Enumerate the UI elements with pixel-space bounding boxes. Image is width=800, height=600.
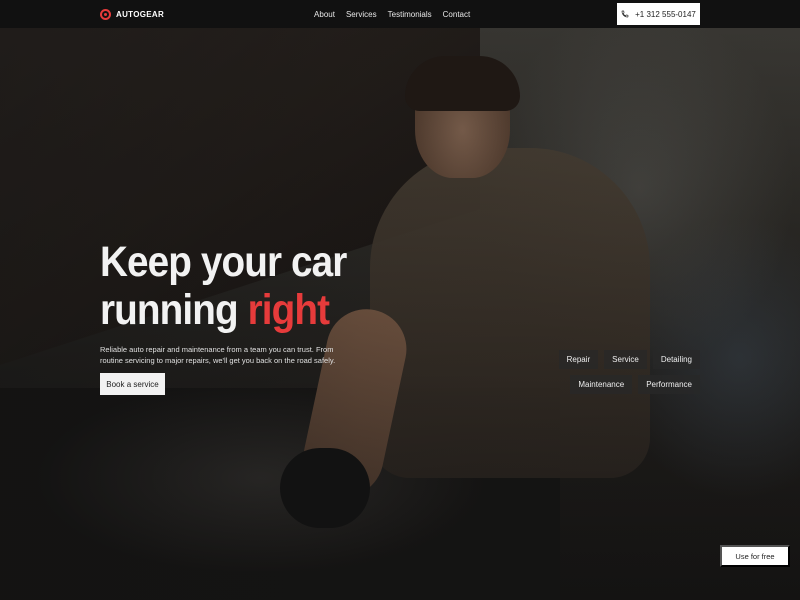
hero-title-line2: running (100, 286, 239, 334)
nav-links: About Services Testimonials Contact (314, 10, 470, 19)
hero-title: Keep your car running right (100, 238, 347, 334)
hero-title-line1: Keep your car (100, 238, 347, 286)
brand-logo[interactable]: AUTOGEAR (100, 8, 165, 20)
tag-service[interactable]: Service (604, 350, 647, 369)
nav-link-testimonials[interactable]: Testimonials (388, 10, 432, 19)
logo-icon (100, 8, 111, 20)
service-tags: Repair Service Detailing Maintenance Per… (500, 350, 700, 394)
hero-description: Reliable auto repair and maintenance fro… (100, 345, 336, 365)
tag-repair[interactable]: Repair (558, 350, 599, 369)
brand-name: AUTOGEAR (116, 9, 165, 19)
tag-detailing[interactable]: Detailing (652, 350, 700, 369)
tag-performance[interactable]: Performance (638, 375, 700, 394)
book-service-button[interactable]: Book a service (100, 373, 165, 395)
phone-number: +1 312 555-0147 (635, 9, 696, 19)
hero-title-accent: right (247, 286, 330, 334)
nav-link-services[interactable]: Services (346, 10, 377, 19)
phone-button[interactable]: +1 312 555-0147 (617, 3, 700, 25)
use-for-free-button[interactable]: Use for free (720, 545, 790, 567)
nav-link-contact[interactable]: Contact (443, 10, 471, 19)
phone-icon (621, 10, 629, 18)
tag-maintenance[interactable]: Maintenance (570, 375, 633, 394)
top-navbar: AUTOGEAR About Services Testimonials Con… (0, 0, 800, 28)
nav-link-about[interactable]: About (314, 10, 335, 19)
